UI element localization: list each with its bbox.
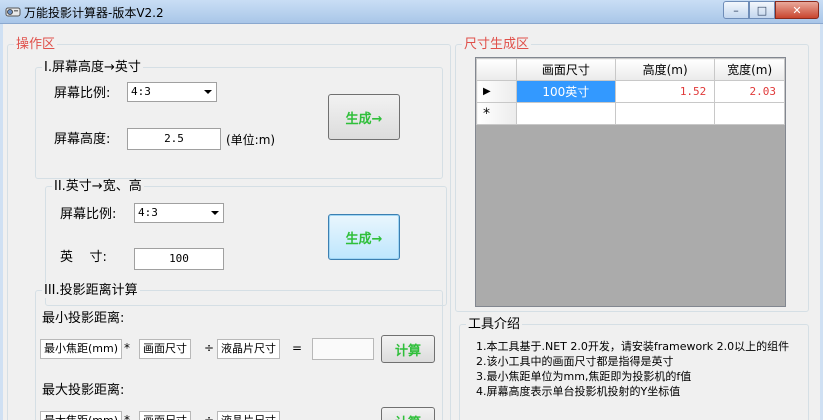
divide-operator: ÷ <box>204 341 215 355</box>
min-focal-field[interactable]: 最小焦距(mm) <box>40 339 123 359</box>
new-cell-width[interactable] <box>714 102 785 125</box>
intro-item: 2.该小工具中的画面尺寸都是指得是英寸 <box>476 355 674 368</box>
tool-intro-group: 工具介绍 1.本工具基于.NET 2.0开发，请安装framework 2.0以… <box>459 317 809 420</box>
cell-width[interactable]: 2.03 <box>714 80 785 103</box>
screen-ratio-value-2: 4:3 <box>138 206 158 219</box>
screen-ratio-value: 4:3 <box>131 85 151 98</box>
section-height-to-inch-title: I.屏幕高度→英寸 <box>42 60 143 75</box>
section-projection-distance: III.投影距离计算 最小投影距离: 最小焦距(mm) * 画面尺寸 ÷ 液晶片… <box>35 283 443 420</box>
times-operator: * <box>124 341 130 355</box>
new-cell-size[interactable] <box>515 102 616 125</box>
screen-ratio-label-2: 屏幕比例: <box>60 207 117 222</box>
size-data-grid[interactable]: 画面尺寸 高度(m) 宽度(m) ▶ 100英寸 1.52 2.03 * <box>475 57 786 307</box>
calculate-min-button[interactable]: 计算 <box>381 335 435 363</box>
current-row-arrow-icon[interactable]: ▶ <box>476 80 517 103</box>
calculate-max-button[interactable]: 计算 <box>381 407 435 420</box>
column-header-height[interactable]: 高度(m) <box>614 58 716 81</box>
inch-label: 英 寸: <box>60 250 107 265</box>
maximize-button[interactable]: □ <box>749 1 775 19</box>
new-row[interactable]: * <box>476 102 785 125</box>
table-row[interactable]: ▶ 100英寸 1.52 2.03 <box>476 80 785 103</box>
operation-area-title: 操作区 <box>14 37 58 52</box>
screen-ratio-select[interactable]: 4:3 <box>127 82 217 102</box>
screen-height-label: 屏幕高度: <box>54 132 111 147</box>
size-generation-title: 尺寸生成区 <box>462 37 532 52</box>
new-row-asterisk-icon[interactable]: * <box>476 102 517 125</box>
intro-item: 1.本工具基于.NET 2.0开发，请安装framework 2.0以上的组件 <box>476 340 790 353</box>
max-focal-field[interactable]: 最大焦距(mm) <box>40 411 123 420</box>
screen-ratio-select-2[interactable]: 4:3 <box>134 203 224 223</box>
grid-corner-cell <box>476 58 517 81</box>
equals-operator: = <box>292 341 303 355</box>
cell-height[interactable]: 1.52 <box>614 80 716 103</box>
chevron-down-icon <box>204 90 212 94</box>
unit-label: (单位:m) <box>226 133 276 147</box>
grid-header-row: 画面尺寸 高度(m) 宽度(m) <box>476 58 785 81</box>
window-title: 万能投影计算器-版本V2.2 <box>24 6 164 20</box>
screen-size-field-2[interactable]: 画面尺寸 <box>139 411 191 420</box>
screen-height-input[interactable]: 2.5 <box>127 128 221 150</box>
projector-app-icon <box>5 7 21 17</box>
tool-intro-list: 1.本工具基于.NET 2.0开发，请安装framework 2.0以上的组件 … <box>476 339 789 399</box>
screen-ratio-label: 屏幕比例: <box>54 86 111 101</box>
section-projection-distance-title: III.投影距离计算 <box>42 283 140 298</box>
tool-intro-title: 工具介绍 <box>466 317 523 332</box>
inch-input[interactable]: 100 <box>134 248 224 270</box>
client-area: 操作区 I.屏幕高度→英寸 屏幕比例: 4:3 屏幕高度: 2.5 (单位:m)… <box>3 24 820 420</box>
cell-size[interactable]: 100英寸 <box>515 80 616 103</box>
screen-size-field[interactable]: 画面尺寸 <box>139 339 191 359</box>
times-operator-2: * <box>124 413 130 420</box>
window-controls: – □ ✕ <box>723 1 819 19</box>
min-distance-label: 最小投影距离: <box>42 311 125 326</box>
section-height-to-inch: I.屏幕高度→英寸 屏幕比例: 4:3 屏幕高度: 2.5 (单位:m) 生成→ <box>35 60 443 179</box>
intro-item: 3.最小焦距单位为mm,焦距即为投影机的f值 <box>476 370 692 383</box>
divide-operator-2: ÷ <box>204 413 215 420</box>
new-cell-height[interactable] <box>614 102 716 125</box>
column-header-size[interactable]: 画面尺寸 <box>515 58 616 81</box>
section-inch-to-size-title: II.英寸→宽、高 <box>52 179 144 194</box>
generate-from-height-button[interactable]: 生成→ <box>328 94 400 140</box>
min-distance-result[interactable] <box>312 338 374 360</box>
lcd-size-field-2[interactable]: 液晶片尺寸 <box>217 411 280 420</box>
title-bar[interactable]: 万能投影计算器-版本V2.2 – □ ✕ <box>0 0 823 24</box>
minimize-button[interactable]: – <box>723 1 749 19</box>
max-distance-label: 最大投影距离: <box>42 383 125 398</box>
close-button[interactable]: ✕ <box>775 1 819 19</box>
column-header-width[interactable]: 宽度(m) <box>714 58 785 81</box>
intro-item: 4.屏幕高度表示单台投影机投射的Y坐标值 <box>476 385 681 398</box>
chevron-down-icon <box>211 211 219 215</box>
lcd-size-field[interactable]: 液晶片尺寸 <box>217 339 280 359</box>
generate-from-inch-button[interactable]: 生成→ <box>328 214 400 260</box>
